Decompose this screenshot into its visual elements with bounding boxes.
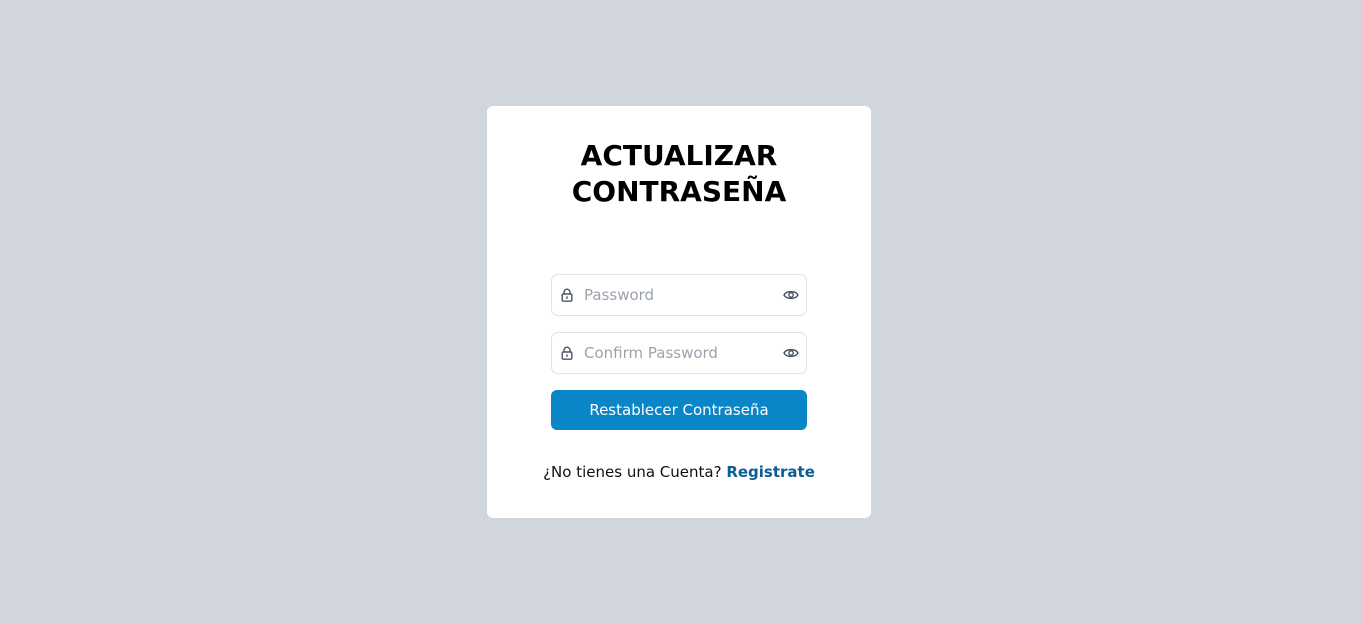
password-field[interactable] (551, 274, 807, 316)
eye-icon[interactable] (783, 346, 799, 360)
reset-password-button[interactable]: Restablecer Contraseña (551, 390, 807, 430)
lock-icon (561, 346, 573, 360)
reset-password-card: ACTUALIZAR CONTRASEÑA Restablecer Contra… (487, 106, 871, 518)
page-title: ACTUALIZAR CONTRASEÑA (571, 139, 787, 208)
register-prompt: ¿No tienes una Cuenta? Registrate (487, 463, 871, 481)
confirm-password-field[interactable] (551, 332, 807, 374)
password-input[interactable] (584, 275, 774, 315)
eye-icon[interactable] (783, 288, 799, 302)
confirm-password-input[interactable] (584, 333, 774, 373)
register-link[interactable]: Registrate (726, 463, 815, 481)
register-prompt-text: ¿No tienes una Cuenta? (543, 463, 722, 481)
lock-icon (561, 288, 573, 302)
